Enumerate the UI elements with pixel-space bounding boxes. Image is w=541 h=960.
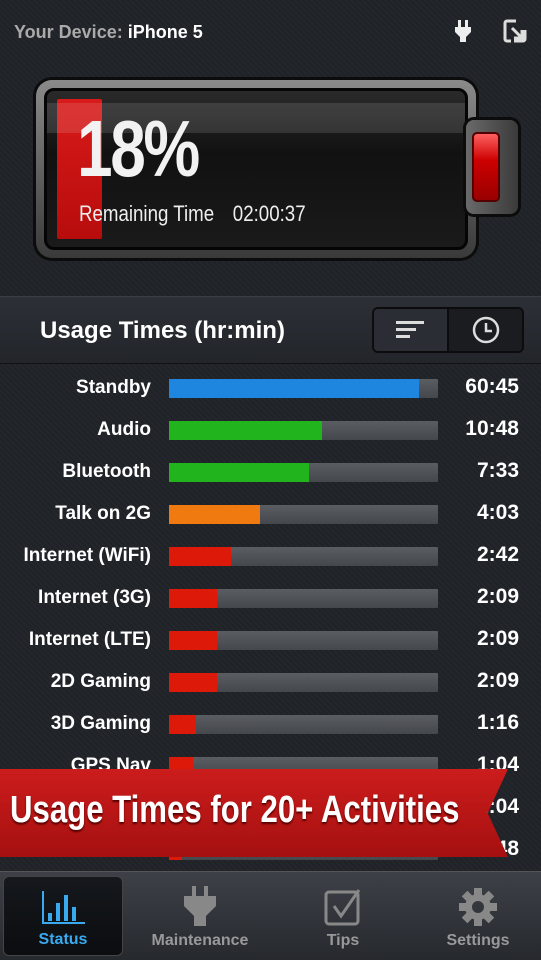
promo-banner: Usage Times for 20+ Activities: [0, 769, 508, 857]
usage-row: Internet (LTE) 2:09: [0, 619, 541, 661]
battery-terminal: [466, 120, 518, 214]
usage-bar-track: [169, 589, 438, 608]
usage-row: 3D Gaming 1:16: [0, 703, 541, 745]
usage-bar-track: [169, 631, 438, 650]
activity-label: 2D Gaming: [50, 671, 151, 692]
battery-gauge: 18% Remaining Time 02:00:37: [36, 80, 476, 258]
usage-time: 4:03: [476, 501, 519, 524]
usage-bar-track: [169, 463, 438, 482]
tab-bar: Status Maintenance Tips Settings: [0, 871, 541, 960]
usage-bar-track: [169, 673, 438, 692]
usage-time: 2:09: [476, 669, 519, 692]
activity-label: 3D Gaming: [50, 713, 151, 734]
usage-bar-track: [169, 379, 438, 398]
activity-label: Internet (WiFi): [23, 545, 151, 566]
activity-label: Standby: [76, 377, 151, 398]
usage-header: Usage Times (hr:min): [0, 296, 541, 364]
usage-bar-fill: [169, 421, 323, 440]
usage-row: Bluetooth 7:33: [0, 451, 541, 493]
usage-bar-fill: [169, 505, 261, 524]
usage-row: Audio 10:48: [0, 409, 541, 451]
usage-row: 2D Gaming 2:09: [0, 661, 541, 703]
clock-view-button[interactable]: [449, 309, 522, 351]
tab-maintenance[interactable]: Maintenance: [140, 876, 260, 956]
usage-bar-fill: [169, 589, 218, 608]
usage-time: 2:42: [476, 543, 519, 566]
remaining-time: Remaining Time 02:00:37: [79, 201, 306, 226]
usage-bar-track: [169, 505, 438, 524]
usage-bar-fill: [169, 631, 218, 650]
activity-label: Internet (LTE): [28, 629, 151, 650]
tab-settings[interactable]: Settings: [418, 876, 538, 956]
device-info: Your Device: iPhone 5: [14, 22, 203, 42]
plug-icon: [184, 886, 216, 926]
usage-bar-fill: [169, 715, 196, 734]
bar-chart-icon: [42, 891, 85, 924]
usage-bar-fill: [169, 547, 231, 566]
usage-bar-fill: [169, 463, 309, 482]
usage-time: 60:45: [465, 375, 519, 398]
battery-percent: 18%: [77, 104, 200, 193]
usage-bar-fill: [169, 673, 218, 692]
usage-time: 1:16: [476, 711, 519, 734]
usage-bar-track: [169, 421, 438, 440]
usage-bar-track: [169, 715, 438, 734]
share-icon[interactable]: [502, 18, 528, 44]
tab-status[interactable]: Status: [3, 876, 123, 956]
usage-time: 10:48: [465, 417, 519, 440]
activity-label: Talk on 2G: [55, 503, 151, 524]
usage-time: 7:33: [476, 459, 519, 482]
usage-row: Internet (WiFi) 2:42: [0, 535, 541, 577]
plug-icon[interactable]: [450, 18, 476, 44]
activity-label: Bluetooth: [62, 461, 151, 482]
usage-row: Talk on 2G 4:03: [0, 493, 541, 535]
usage-bar-track: [169, 547, 438, 566]
checkbox-icon: [324, 889, 361, 926]
gear-icon: [459, 888, 497, 926]
usage-time: 2:09: [476, 627, 519, 650]
usage-title: Usage Times (hr:min): [40, 317, 285, 344]
view-toggle[interactable]: [372, 307, 524, 353]
usage-time: 2:09: [476, 585, 519, 608]
usage-row: Standby 60:45: [0, 367, 541, 409]
activity-label: Internet (3G): [38, 587, 151, 608]
activity-label: Audio: [97, 419, 151, 440]
tab-tips[interactable]: Tips: [283, 876, 403, 956]
usage-bar-fill: [169, 379, 420, 398]
clock-icon: [472, 316, 499, 344]
device-name: iPhone 5: [127, 22, 203, 42]
list-view-button[interactable]: [374, 309, 449, 351]
list-icon: [395, 321, 424, 338]
usage-row: Internet (3G) 2:09: [0, 577, 541, 619]
